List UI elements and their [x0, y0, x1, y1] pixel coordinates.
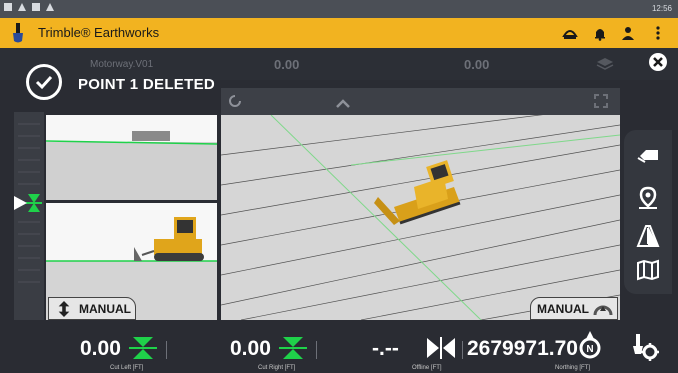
blade-icon[interactable] [636, 144, 660, 168]
offline-arrows-icon [427, 337, 455, 359]
warning-icon [18, 3, 26, 11]
notification-icon [4, 3, 12, 11]
map-icon[interactable] [636, 258, 660, 282]
up-down-arrow-icon [58, 301, 70, 317]
north-compass-icon: N [579, 331, 601, 359]
bell-icon[interactable] [592, 25, 608, 41]
northing-value: 2679971.70 [467, 337, 578, 360]
plan-view-mode-label: MANUAL [537, 302, 589, 316]
separator [462, 341, 463, 359]
separator [316, 341, 317, 359]
system-status-bar: 12:56 [0, 0, 678, 18]
location-icon[interactable] [636, 186, 660, 210]
profile-view[interactable] [46, 115, 217, 200]
signal-icon [46, 3, 54, 11]
guidance-marker-icon [14, 123, 42, 283]
road-icon[interactable] [636, 224, 660, 248]
separator [166, 341, 167, 359]
side-view-mode-button[interactable]: MANUAL [48, 297, 136, 320]
operator-icon[interactable] [620, 25, 636, 41]
northing-label: Northing [FT] [555, 365, 591, 371]
cut-right-label: Cut Right [FT] [258, 365, 296, 371]
bottom-readout-bar: 0.00 Cut Left [FT] 0.00 Cut Right [FT] -… [0, 323, 678, 373]
refresh-icon[interactable] [227, 93, 243, 109]
dozer-plan-icon [374, 160, 461, 225]
offline-label: Offline [FT] [412, 365, 442, 371]
app-title: Trimble® Earthworks [38, 25, 160, 40]
chevron-up-icon[interactable] [335, 98, 351, 108]
profile-surface-graphic [46, 131, 217, 145]
side-view[interactable]: MANUAL [46, 203, 217, 320]
alert-icon [32, 3, 40, 11]
app-bar: Trimble® Earthworks [0, 18, 678, 48]
layers-icon[interactable] [596, 56, 614, 72]
notification-message: POINT 1 DELETED [78, 76, 216, 93]
side-view-mode-label: MANUAL [79, 302, 131, 316]
cut-right-value: 0.00 [230, 337, 271, 360]
check-circle-icon [26, 64, 62, 100]
plan-view-header [221, 88, 620, 115]
strip-value-left: 0.00 [274, 57, 300, 72]
right-toolbar [624, 130, 672, 294]
clock: 12:56 [651, 4, 672, 13]
plan-view-mode-button[interactable]: MANUAL [530, 297, 618, 320]
close-icon[interactable] [649, 53, 667, 71]
notification-toast: POINT 1 DELETED [16, 60, 246, 108]
sensor-icon[interactable] [562, 25, 578, 41]
cut-left-value: 0.00 [80, 337, 121, 360]
camera-arc-icon [593, 305, 613, 316]
shovel-logo-icon [13, 23, 23, 43]
cut-right-grade-icon [279, 337, 307, 359]
elevation-guidance-bar [14, 112, 44, 320]
plan-view[interactable]: MANUAL [221, 115, 620, 320]
cut-left-grade-icon [129, 337, 157, 359]
cut-left-label: Cut Left [FT] [110, 365, 144, 371]
expand-icon[interactable] [593, 93, 609, 109]
machine-settings-icon[interactable] [630, 332, 660, 362]
offline-value: -.-- [372, 337, 399, 360]
more-vert-icon[interactable] [650, 25, 666, 41]
strip-value-right: 0.00 [464, 57, 490, 72]
check-icon [35, 75, 53, 90]
status-icons [4, 3, 54, 11]
svg-text:N: N [586, 344, 593, 355]
